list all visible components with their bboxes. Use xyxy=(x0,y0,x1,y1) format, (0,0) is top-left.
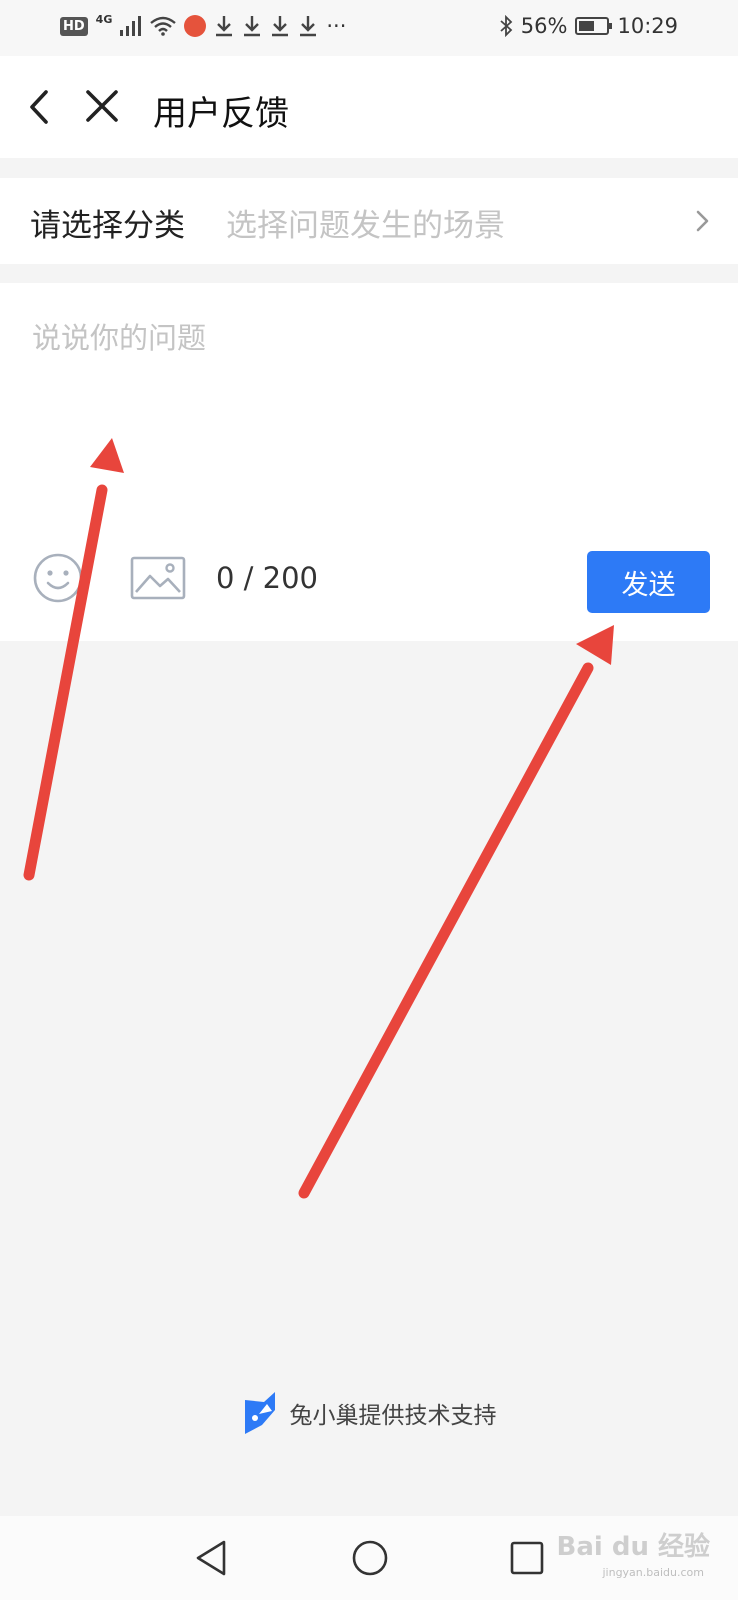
signal-icon xyxy=(120,16,142,36)
problem-description-input[interactable] xyxy=(30,313,714,517)
page-title: 用户反馈 xyxy=(153,94,289,134)
image-icon xyxy=(130,556,186,600)
wifi-icon xyxy=(150,16,177,36)
status-right: 56% 10:29 xyxy=(499,14,678,38)
send-button[interactable]: 发送 xyxy=(587,551,710,613)
bluetooth-icon xyxy=(500,15,513,37)
chevron-right-icon xyxy=(696,210,709,232)
emoji-button[interactable] xyxy=(32,552,84,604)
chevron-left-icon xyxy=(30,90,48,124)
baidu-watermark-url: jingyan.baidu.com xyxy=(602,1566,704,1579)
nav-back-icon[interactable] xyxy=(192,1538,232,1578)
download-icon xyxy=(272,16,289,37)
battery-icon xyxy=(575,17,613,35)
category-selector[interactable]: 请选择分类 选择问题发生的场景 xyxy=(0,178,738,264)
system-navigation-bar: Bai du 经验 jingyan.baidu.com xyxy=(0,1516,738,1600)
feedback-composer: 0 / 200 发送 xyxy=(0,283,738,641)
header-bar: 用户反馈 xyxy=(0,56,738,158)
hd-badge: HD xyxy=(60,16,88,36)
tuxiaochao-logo-icon xyxy=(244,1392,275,1434)
clock: 10:29 xyxy=(617,14,678,38)
back-button[interactable] xyxy=(18,82,68,132)
battery-percent: 56% xyxy=(520,14,568,38)
close-icon xyxy=(86,90,118,122)
battery-level xyxy=(579,21,595,31)
download-icon xyxy=(300,16,317,37)
powered-by: 兔小巢提供技术支持 xyxy=(0,1388,738,1438)
more-notifications: ··· xyxy=(326,14,347,38)
battery-cap xyxy=(609,23,613,29)
download-icon xyxy=(216,16,233,37)
status-bar: HD 4G ··· 56% 10:29 xyxy=(0,0,738,56)
download-icon xyxy=(244,16,261,37)
image-upload-button[interactable] xyxy=(130,556,186,600)
nav-home-icon[interactable] xyxy=(350,1538,390,1578)
close-button[interactable] xyxy=(78,82,128,132)
category-label: 请选择分类 xyxy=(30,208,185,244)
nav-recent-apps-icon[interactable] xyxy=(507,1538,547,1578)
character-count: 0 / 200 xyxy=(216,561,319,595)
annotation-arrow-send xyxy=(298,625,614,1199)
powered-by-text: 兔小巢提供技术支持 xyxy=(289,1403,497,1429)
baidu-watermark: Bai du 经验 xyxy=(556,1532,711,1562)
smiley-icon xyxy=(33,553,83,603)
network-type: 4G xyxy=(95,12,113,26)
qq-notification-icon xyxy=(184,15,207,37)
status-left: HD 4G ··· xyxy=(60,12,347,38)
category-placeholder: 选择问题发生的场景 xyxy=(226,208,505,244)
